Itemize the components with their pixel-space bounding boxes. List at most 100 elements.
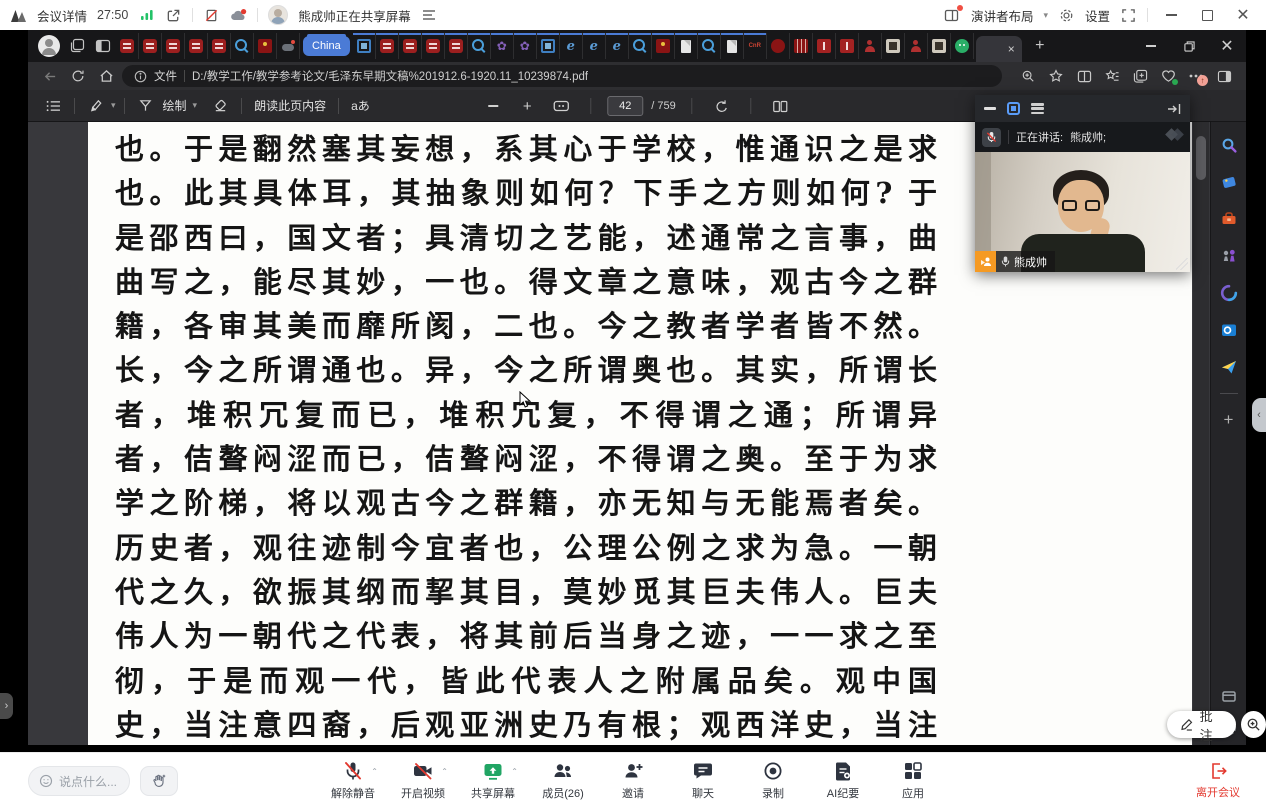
- vertical-tabs-icon[interactable]: [90, 35, 116, 57]
- tab[interactable]: [928, 33, 951, 59]
- magnify-button[interactable]: [1241, 711, 1266, 738]
- toolbox-icon[interactable]: [1218, 208, 1240, 230]
- meeting-title[interactable]: 会议详情: [37, 6, 87, 25]
- browser-close-button[interactable]: ✕: [1208, 31, 1246, 61]
- tab[interactable]: [399, 33, 422, 59]
- ai-notes-button[interactable]: AI纪要: [819, 760, 867, 801]
- panel-list-view-icon[interactable]: [1031, 103, 1044, 114]
- panel-collapse-icon[interactable]: [1167, 103, 1181, 115]
- record-button[interactable]: 录制: [749, 760, 797, 801]
- zoom-page-icon[interactable]: [1016, 65, 1040, 87]
- copilot-icon[interactable]: [1218, 282, 1240, 304]
- back-icon[interactable]: [38, 65, 62, 87]
- tab[interactable]: [139, 33, 162, 59]
- draw-chevron-icon[interactable]: ▾: [193, 100, 198, 111]
- sharing-options-icon[interactable]: [421, 7, 438, 24]
- zoom-in-icon[interactable]: +: [514, 94, 540, 118]
- tab[interactable]: ✿: [491, 33, 514, 59]
- options-chevron-icon[interactable]: ⌃: [371, 767, 378, 776]
- cam-off-button[interactable]: ⌃开启视频: [399, 760, 447, 801]
- games-icon[interactable]: [1218, 245, 1240, 267]
- tab[interactable]: [208, 33, 231, 59]
- tab[interactable]: [231, 33, 254, 59]
- tab[interactable]: [254, 33, 277, 59]
- sidebar-add-button[interactable]: +: [1218, 409, 1240, 431]
- right-panel-handle[interactable]: ‹: [1252, 398, 1266, 432]
- tab[interactable]: [629, 33, 652, 59]
- tab[interactable]: [537, 33, 560, 59]
- outlook-icon[interactable]: [1218, 319, 1240, 341]
- apps-button[interactable]: 应用: [889, 760, 937, 801]
- page-number-input[interactable]: 42: [607, 96, 643, 116]
- tools-icon[interactable]: [1218, 685, 1240, 707]
- raise-hand-button[interactable]: [140, 766, 178, 796]
- tab[interactable]: [376, 33, 399, 59]
- active-tab-close-icon[interactable]: ×: [1008, 42, 1015, 56]
- options-chevron-icon[interactable]: ⌃: [441, 767, 448, 776]
- members-button[interactable]: 成员(26): [539, 760, 587, 801]
- meeting-maximize-button[interactable]: [1194, 6, 1220, 24]
- settings-button[interactable]: 设置: [1085, 6, 1110, 25]
- layout-button[interactable]: 演讲者布局: [971, 6, 1034, 25]
- meeting-minimize-button[interactable]: [1158, 6, 1184, 24]
- tab[interactable]: [277, 33, 300, 59]
- favorite-star-icon[interactable]: [1044, 65, 1068, 87]
- tab[interactable]: [882, 33, 905, 59]
- participant-video[interactable]: 熊成帅: [975, 152, 1190, 272]
- refresh-icon[interactable]: [66, 65, 90, 87]
- share-screen-button[interactable]: ⌃共享屏幕: [469, 760, 517, 801]
- tab[interactable]: e: [606, 33, 629, 59]
- leave-meeting-button[interactable]: 离开会议: [1190, 760, 1246, 801]
- rotate-icon[interactable]: [709, 94, 735, 118]
- fit-width-icon[interactable]: [548, 94, 574, 118]
- chat-button[interactable]: 聊天: [679, 760, 727, 801]
- tab[interactable]: [790, 33, 813, 59]
- home-icon[interactable]: [94, 65, 118, 87]
- browser-restore-button[interactable]: [1170, 31, 1208, 61]
- url-field[interactable]: 文件 D:/教学工作/教学参考论文/毛泽东早期文稿%201912.6-1920.…: [122, 65, 1002, 87]
- read-aloud-button[interactable]: 朗读此页内容: [250, 97, 330, 114]
- tab[interactable]: [353, 33, 376, 59]
- tab[interactable]: [445, 33, 468, 59]
- page-view-icon[interactable]: [768, 94, 794, 118]
- options-chevron-icon[interactable]: ⌃: [511, 767, 518, 776]
- browser-profile-avatar[interactable]: [38, 35, 60, 57]
- tab[interactable]: [162, 33, 185, 59]
- browser-menu-icon[interactable]: ↑: [1184, 65, 1208, 87]
- layout-chevron-icon[interactable]: ▾: [1043, 10, 1048, 21]
- mic-off-button[interactable]: ⌃解除静音: [329, 760, 377, 801]
- tab[interactable]: [951, 33, 974, 59]
- tab[interactable]: [675, 33, 698, 59]
- toc-icon[interactable]: [40, 94, 66, 118]
- annotate-button[interactable]: 批注: [1167, 711, 1236, 738]
- favorites-list-icon[interactable]: [1100, 65, 1124, 87]
- cloud-record-icon[interactable]: [230, 7, 247, 24]
- tab[interactable]: CnR: [744, 33, 767, 59]
- tab[interactable]: [721, 33, 744, 59]
- tab[interactable]: [859, 33, 882, 59]
- tab-group-label[interactable]: China: [303, 36, 350, 56]
- zoom-out-icon[interactable]: [480, 94, 506, 118]
- panel-resize-handle[interactable]: [1176, 258, 1188, 270]
- tab[interactable]: e: [560, 33, 583, 59]
- active-tab[interactable]: ×: [976, 36, 1022, 62]
- tab[interactable]: [813, 33, 836, 59]
- panel-view-mode-icon[interactable]: [1007, 102, 1020, 115]
- tab[interactable]: [468, 33, 491, 59]
- highlighter-icon[interactable]: [83, 94, 109, 118]
- browser-minimize-button[interactable]: [1132, 31, 1170, 61]
- quick-chat-input[interactable]: 说点什么...: [28, 766, 130, 796]
- draw-label[interactable]: 绘制: [159, 97, 191, 114]
- tab[interactable]: ✿: [514, 33, 537, 59]
- tab[interactable]: [767, 33, 790, 59]
- meeting-close-button[interactable]: ✕: [1230, 6, 1256, 24]
- highlighter-chevron-icon[interactable]: ▾: [111, 100, 116, 111]
- tab[interactable]: [698, 33, 721, 59]
- tab[interactable]: [836, 33, 859, 59]
- open-external-icon[interactable]: [165, 7, 182, 24]
- tab[interactable]: [116, 33, 139, 59]
- panel-minimize-icon[interactable]: [984, 107, 996, 110]
- tab[interactable]: [422, 33, 445, 59]
- invite-button[interactable]: 邀请: [609, 760, 657, 801]
- eraser-icon[interactable]: [207, 94, 233, 118]
